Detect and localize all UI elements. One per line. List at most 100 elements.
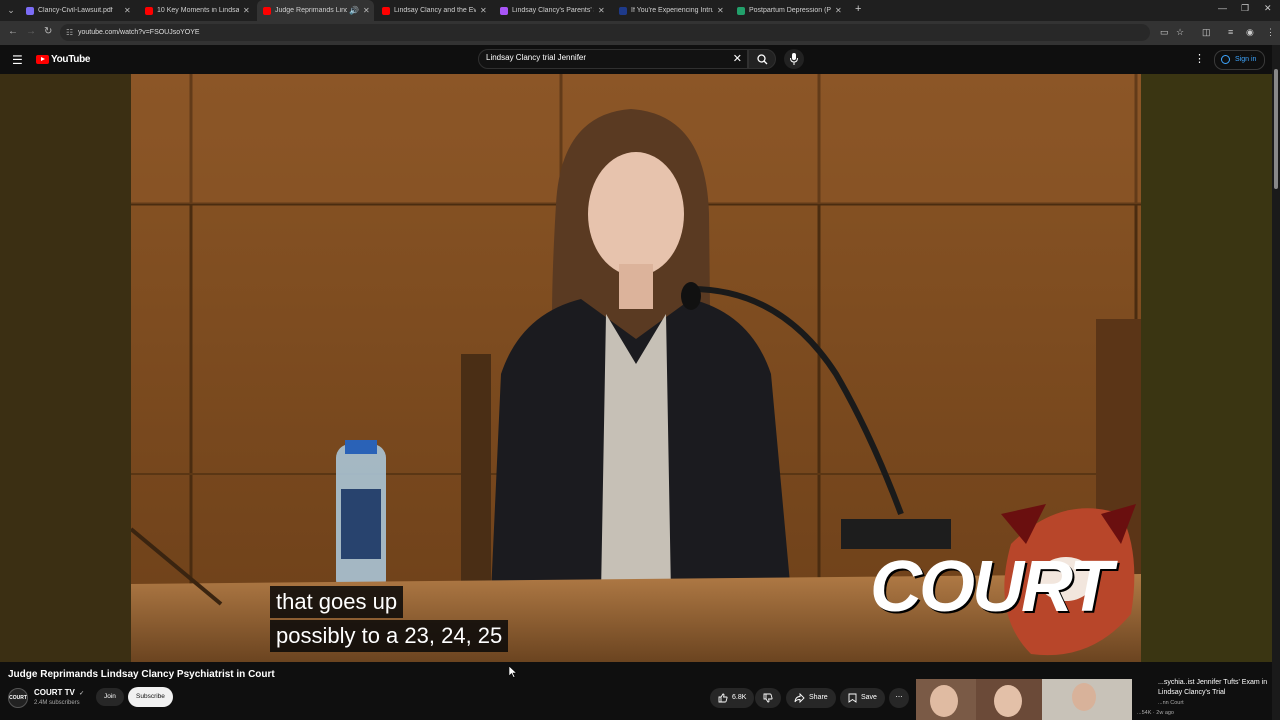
close-icon[interactable]: ✕ xyxy=(598,6,605,15)
thumbs-up-icon xyxy=(718,693,728,703)
page-scrollbar[interactable] xyxy=(1272,45,1280,720)
save-label: Save xyxy=(861,694,877,701)
caption-line-1: that goes up xyxy=(270,586,404,618)
youtube-icon xyxy=(145,6,153,15)
video-captions: that goes up possibly to a 23, 24, 25 xyxy=(270,586,509,652)
sign-in-label: Sign in xyxy=(1235,56,1257,63)
voice-search-button[interactable] xyxy=(784,49,804,69)
extensions-icon[interactable]: ◫ xyxy=(1202,27,1211,38)
close-icon[interactable]: ✕ xyxy=(480,6,487,15)
search-button[interactable] xyxy=(748,49,776,69)
site-icon xyxy=(737,6,745,15)
share-label: Share xyxy=(809,694,828,701)
back-icon[interactable]: ← xyxy=(8,26,18,37)
youtube-icon xyxy=(382,6,390,15)
site-info-icon[interactable]: ☷ xyxy=(66,24,73,41)
channel-name-text: COURT TV xyxy=(34,688,75,697)
scrollbar-thumb[interactable] xyxy=(1274,69,1278,189)
cast-icon[interactable]: ▭ xyxy=(1160,27,1169,38)
close-icon[interactable]: ✕ xyxy=(835,6,842,15)
window-close-icon[interactable]: ✕ xyxy=(1264,3,1272,14)
speaker-icon[interactable]: 🔊 xyxy=(349,6,359,15)
reload-icon[interactable]: ↻ xyxy=(44,26,52,37)
recommended-channel-name: ...nn Court xyxy=(1158,700,1184,706)
caption-line-2: possibly to a 23, 24, 25 xyxy=(270,620,509,652)
search-icon xyxy=(757,54,768,65)
tab-intrusive[interactable]: If You're Experiencing Intrusive... ✕ xyxy=(613,0,729,21)
join-button[interactable]: Join xyxy=(96,688,124,706)
tab-label: Postpartum Depression (PPD):... xyxy=(749,7,831,14)
tab-label: 10 Key Moments in Lindsay Cl... xyxy=(157,7,239,14)
new-tab-icon[interactable]: + xyxy=(855,3,861,15)
tab-postpartum[interactable]: Postpartum Depression (PPD):... ✕ xyxy=(731,0,847,21)
tab-label: Clancy-Civil-Lawsuit.pdf xyxy=(38,7,113,14)
tab-label: Lindsay Clancy's Parents' $1 Mi... xyxy=(512,7,594,14)
tab-label: Lindsay Clancy and the Eviden... xyxy=(394,7,476,14)
channel-name[interactable]: COURT TV ✓ xyxy=(34,688,84,697)
minimize-icon[interactable]: — xyxy=(1218,3,1227,13)
youtube-icon xyxy=(263,6,271,15)
tab-evidence[interactable]: Lindsay Clancy and the Eviden... ✕ xyxy=(376,0,492,21)
dislike-button[interactable] xyxy=(755,688,781,708)
profile-icon[interactable]: ◉ xyxy=(1246,27,1254,38)
account-icon xyxy=(1221,55,1230,64)
video-letterbox-left xyxy=(0,74,131,662)
sign-in-button[interactable]: Sign in xyxy=(1214,50,1266,70)
bookmark-star-icon[interactable]: ☆ xyxy=(1176,27,1184,38)
close-icon[interactable]: ✕ xyxy=(124,6,131,15)
more-horizontal-icon: ⋯ xyxy=(895,694,903,701)
url-text: youtube.com/watch?v=FSOUJsoYOYE xyxy=(78,29,200,36)
recommended-video-thumbnail[interactable] xyxy=(916,679,1132,720)
search-input[interactable] xyxy=(486,53,716,62)
microphone-icon xyxy=(790,53,798,65)
pdf-icon xyxy=(26,6,34,15)
tab-key-moments[interactable]: 10 Key Moments in Lindsay Cl... ✕ xyxy=(139,0,255,21)
media-icon[interactable]: ≡ xyxy=(1228,27,1233,37)
forward-icon[interactable]: → xyxy=(26,26,36,37)
tab-judge-reprimands[interactable]: Judge Reprimands Lindsay... 🔊 ✕ xyxy=(257,0,374,21)
tab-clancy-lawsuit[interactable]: Clancy-Civil-Lawsuit.pdf ✕ xyxy=(20,0,138,21)
recommended-video-meta: ...54K · 2w ago xyxy=(1137,710,1174,716)
close-icon[interactable]: ✕ xyxy=(363,6,370,15)
address-toolbar: ← → ↻ ☷ youtube.com/watch?v=FSOUJsoYOYE … xyxy=(0,21,1280,45)
share-icon xyxy=(794,693,805,703)
thumbs-down-icon xyxy=(763,693,773,703)
tab-search-icon[interactable]: ⌄ xyxy=(4,3,18,17)
hamburger-menu-icon[interactable]: ☰ xyxy=(12,53,23,67)
share-button[interactable]: Share xyxy=(786,688,836,708)
bookmark-icon xyxy=(848,693,857,703)
video-title: Judge Reprimands Lindsay Clancy Psychiat… xyxy=(8,669,275,680)
subscribe-button[interactable]: Subscribe xyxy=(128,687,173,707)
more-actions-button[interactable]: ⋯ xyxy=(889,688,909,708)
url-bar[interactable]: ☷ youtube.com/watch?v=FSOUJsoYOYE xyxy=(60,24,1150,41)
save-button[interactable]: Save xyxy=(840,688,885,708)
like-count: 6.8K xyxy=(732,694,747,701)
subscriber-count: 2.4M subscribers xyxy=(34,700,80,706)
youtube-play-icon xyxy=(36,55,49,64)
video-player[interactable]: COURT that goes up possibly to a 23, 24,… xyxy=(0,74,1272,662)
close-icon[interactable]: ✕ xyxy=(243,6,250,15)
like-button[interactable]: 6.8K xyxy=(710,688,755,708)
clear-search-icon[interactable]: ✕ xyxy=(733,52,742,65)
video-letterbox-right xyxy=(1141,74,1272,662)
settings-menu-icon[interactable]: ⋮ xyxy=(1194,52,1205,65)
court-tv-watermark: COURT xyxy=(870,547,1113,627)
recommended-video-title[interactable]: ...sychia..ist Jennifer Tufts' Exam in L… xyxy=(1158,678,1268,698)
site-icon xyxy=(500,6,508,15)
tab-parents[interactable]: Lindsay Clancy's Parents' $1 Mi... ✕ xyxy=(494,0,610,21)
verified-badge-icon: ✓ xyxy=(79,691,85,697)
youtube-logo[interactable]: YouTube xyxy=(36,54,91,65)
site-icon xyxy=(619,6,627,15)
youtube-header: ☰ YouTube ✕ ⋮ Sign in xyxy=(0,45,1280,74)
logo-text: YouTube xyxy=(51,54,91,65)
close-icon[interactable]: ✕ xyxy=(717,6,724,15)
browser-menu-icon[interactable]: ⋮ xyxy=(1266,27,1275,38)
restore-icon[interactable]: ❐ xyxy=(1241,3,1249,14)
mouse-cursor-icon xyxy=(509,666,517,678)
browser-tab-strip: ⌄ Clancy-Civil-Lawsuit.pdf ✕ 10 Key Mome… xyxy=(0,0,1280,21)
thumbnail-image xyxy=(916,679,1132,720)
channel-avatar[interactable]: COURT xyxy=(8,688,28,708)
search-box: ✕ xyxy=(478,49,748,69)
tab-label: Judge Reprimands Lindsay... xyxy=(275,7,347,14)
tab-label: If You're Experiencing Intrusive... xyxy=(631,7,713,14)
